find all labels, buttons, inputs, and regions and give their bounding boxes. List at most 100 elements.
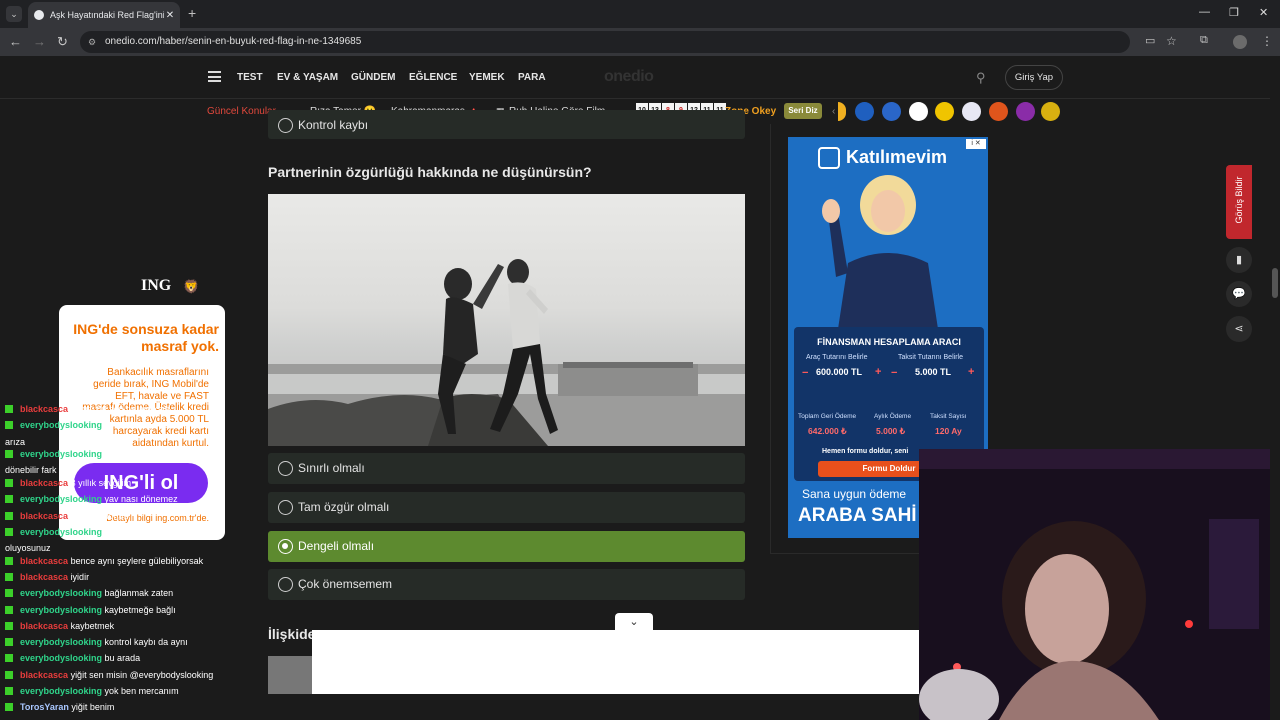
option-sinirli[interactable]: Sınırlı olmalı — [268, 453, 745, 484]
chat-text: kaybetmek — [70, 620, 115, 631]
chat-message: everybodyslooking arkadaşlarla ayrıca — [5, 449, 181, 459]
chat-text: bence aynı şeylere gülebiliyorsak — [70, 555, 204, 566]
ing-headline: ING'de sonsuza kadar masraf yok. — [73, 321, 219, 354]
vehicle-plus-icon[interactable]: + — [875, 366, 881, 378]
chat-badge-icon — [5, 703, 13, 712]
seri-diz-badge[interactable]: Seri Diz — [784, 103, 822, 119]
chat-text: 3 yıllık sevgilim — [70, 477, 132, 488]
nav-gundem[interactable]: GÜNDEM — [351, 72, 395, 83]
prev-option[interactable]: Kontrol kaybı — [268, 110, 745, 139]
vehicle-label: Araç Tutarını Belirle — [806, 354, 868, 361]
channel-icon[interactable] — [962, 102, 981, 121]
radio-icon — [278, 461, 293, 476]
comments-icon[interactable]: 💬 — [1226, 281, 1252, 307]
nav-ev-yasam[interactable]: EV & YAŞAM — [277, 72, 338, 83]
option-cok-onemsemem[interactable]: Çok önemsemem — [268, 569, 745, 600]
feedback-button[interactable]: Görüş Bildir — [1226, 165, 1252, 239]
vehicle-minus-icon[interactable]: − — [802, 367, 808, 379]
chat-message: blackcasca kaybetmek — [5, 621, 114, 631]
chat-message: blackcasca mis gibi dönüş — [5, 511, 128, 521]
chat-message: everybodyslooking bu arada — [5, 653, 140, 663]
chat-text: semsi bu sen ne ayaksın — [70, 404, 170, 414]
chat-text: bağlanmak zaten — [104, 588, 174, 599]
channel-icon[interactable] — [838, 102, 846, 121]
close-tab-icon[interactable]: ✕ — [164, 10, 176, 21]
channel-icon[interactable] — [935, 102, 954, 121]
total-label: Toplam Geri Ödeme — [798, 413, 857, 420]
couple-dancing-image — [268, 259, 745, 446]
window-close-icon[interactable]: ✕ — [1259, 6, 1268, 19]
channel-icon[interactable] — [989, 102, 1008, 121]
restore-icon[interactable]: ❐ — [1229, 6, 1239, 19]
extensions-icon[interactable]: ⧉ — [1200, 34, 1208, 47]
topic-guncel[interactable]: Güncel Konular — [207, 106, 276, 117]
collapse-ad-chevron-icon[interactable]: ⌄ — [615, 613, 653, 631]
monthly-label: Aylık Ödeme — [874, 413, 912, 420]
chat-message: blackcasca semsi bu sen ne ayaksın — [5, 404, 170, 414]
back-icon[interactable]: ← — [9, 34, 22, 49]
url-text: onedio.com/haber/senin-en-buyuk-red-flag… — [105, 36, 362, 47]
bookmark-star-icon[interactable]: ☆ — [1166, 34, 1177, 48]
chevron-left-icon[interactable]: ‹ — [832, 106, 835, 117]
chat-username: everybodyslooking — [20, 588, 103, 599]
channel-icon[interactable] — [1041, 102, 1060, 121]
chat-message: everybodyslooking kaybetmeğe bağlı — [5, 605, 176, 615]
katilimevim-logo-icon — [818, 147, 840, 169]
ing-logo: ING — [141, 277, 172, 294]
hamburger-menu-icon[interactable] — [208, 71, 221, 82]
browser-tab[interactable]: Aşk Hayatındaki Red Flag'ini Sö ✕ — [28, 2, 180, 28]
share-icon[interactable]: ⋖ — [1226, 316, 1252, 342]
search-icon[interactable]: ⚲ — [976, 70, 986, 86]
chat-badge-icon — [5, 421, 13, 430]
bottom-sticky-ad — [312, 630, 919, 694]
option-tam-ozgur[interactable]: Tam özgür olmalı — [268, 492, 745, 523]
nav-yemek[interactable]: YEMEK — [469, 72, 505, 83]
option-dengeli[interactable]: Dengeli olmalı — [268, 531, 745, 562]
installment-minus-icon[interactable]: − — [891, 367, 897, 379]
channel-icon[interactable] — [1016, 102, 1035, 121]
login-button[interactable]: Giriş Yap — [1005, 65, 1063, 90]
chat-text: bu arada — [104, 653, 141, 664]
option-label: Tam özgür olmalı — [298, 500, 390, 514]
forward-icon[interactable]: → — [33, 34, 46, 49]
menu-dots-icon[interactable]: ⋮ — [1261, 34, 1273, 48]
site-info-icon[interactable]: ⚙ — [88, 31, 96, 53]
chat-badge-icon — [5, 478, 13, 487]
form-hint: Hemen formu doldur, seni — [822, 448, 909, 455]
profile-avatar[interactable] — [1233, 35, 1247, 49]
chat-username: everybodyslooking — [20, 686, 103, 696]
nav-eglence[interactable]: EĞLENCE — [409, 72, 457, 83]
tab-search-icon[interactable]: ⌄ — [6, 6, 22, 22]
nav-test[interactable]: TEST — [237, 72, 263, 83]
site-header: TEST EV & YAŞAM GÜNDEM EĞLENCE YEMEK PAR… — [0, 56, 1270, 99]
bookmark-icon[interactable]: ▮ — [1226, 247, 1252, 273]
onedio-logo[interactable]: onedio — [604, 68, 654, 86]
new-tab-icon[interactable]: + — [188, 5, 196, 21]
chat-badge-icon — [5, 572, 13, 581]
radio-icon — [278, 118, 293, 133]
scrollbar-thumb[interactable] — [1272, 268, 1278, 298]
cast-icon[interactable]: ▭ — [1145, 34, 1155, 47]
installment-plus-icon[interactable]: + — [968, 366, 974, 378]
nav-para[interactable]: PARA — [518, 72, 546, 83]
channel-icon[interactable] — [909, 102, 928, 121]
minimize-icon[interactable]: — — [1199, 6, 1210, 18]
channel-icon[interactable] — [855, 102, 874, 121]
chat-message: blackcasca bence aynı şeylere gülebiliyo… — [5, 556, 203, 566]
ad-choices-icon[interactable]: i ✕ — [966, 139, 986, 149]
chat-username: blackcasca — [20, 510, 69, 521]
chat-username: everybodyslooking — [20, 526, 103, 537]
chat-badge-icon — [5, 450, 13, 459]
page-scrollbar[interactable] — [1270, 56, 1280, 720]
url-field[interactable]: ⚙ onedio.com/haber/senin-en-buyuk-red-fl… — [80, 31, 1130, 53]
webcam-overlay — [919, 449, 1280, 720]
channel-icon[interactable] — [882, 102, 901, 121]
chat-message: arıza — [5, 437, 25, 447]
chat-message: everybodyslooking kontrol ve gerçekten — [5, 420, 186, 430]
vehicle-value: 600.000 TL — [816, 367, 863, 377]
chat-badge-icon — [5, 405, 13, 413]
reload-icon[interactable]: ↻ — [57, 34, 68, 50]
chat-username: blackcasca — [20, 620, 69, 631]
radio-icon — [278, 577, 293, 592]
question-photo — [268, 194, 745, 446]
